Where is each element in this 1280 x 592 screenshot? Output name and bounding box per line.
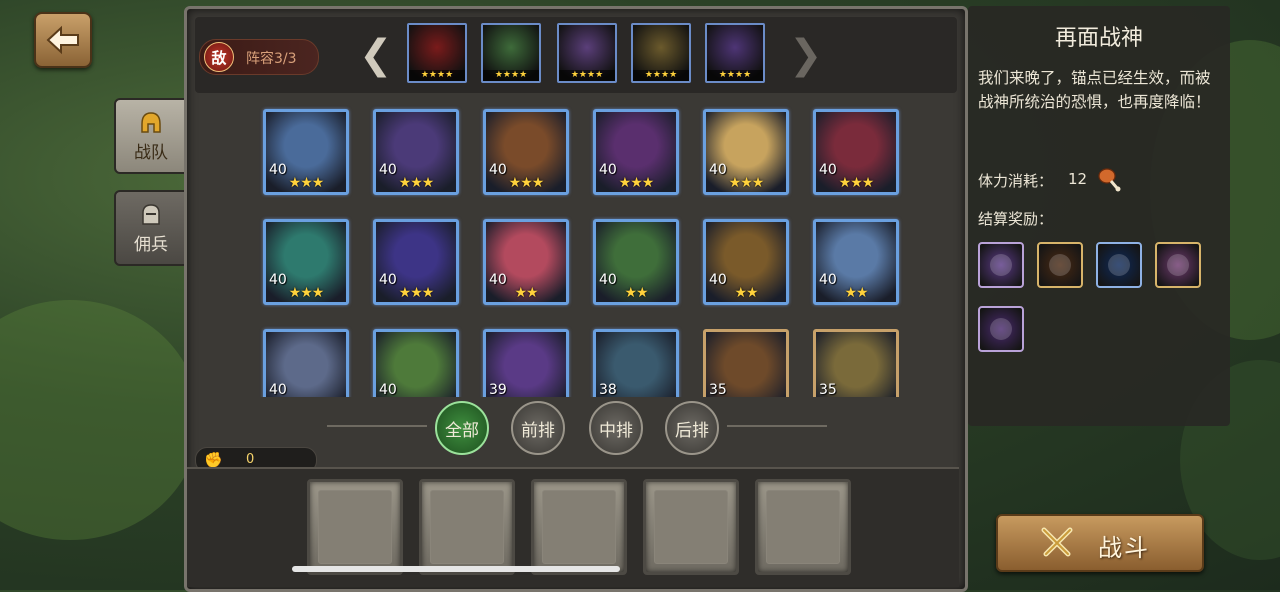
hero-shard-icon <box>990 254 1012 276</box>
back-button[interactable] <box>34 12 92 68</box>
star-rating: ★★★★ <box>633 70 689 81</box>
filter-middle-button[interactable]: 中排 <box>589 401 643 455</box>
filter-front-button[interactable]: 前排 <box>511 401 565 455</box>
star-rating: ★★★ <box>838 175 875 191</box>
divider <box>327 425 427 427</box>
filter-all-button[interactable]: 全部 <box>435 401 489 455</box>
enemy-hero-card[interactable]: ★★★★ <box>481 23 541 83</box>
hero-level: 40 <box>379 382 397 397</box>
reward-item[interactable] <box>978 242 1024 288</box>
star-rating: ★★★ <box>398 175 435 191</box>
star-rating: ★★★ <box>288 175 325 191</box>
star-rating: ★★★★ <box>483 70 539 81</box>
enemy-prev-button[interactable]: ❮ <box>359 35 393 75</box>
star-rating: ★★★ <box>288 285 325 301</box>
team-power-value: 0 <box>246 452 255 467</box>
stage-title: 再面战神 <box>1054 26 1143 51</box>
reward-item[interactable] <box>1096 242 1142 288</box>
hero-card[interactable]: 40 ★★★ <box>483 109 569 195</box>
enemy-hero-card[interactable]: ★★★★ <box>705 23 765 83</box>
star-rating: ★★★ <box>398 285 435 301</box>
enemy-lineup-count: 阵容3/3 <box>246 51 297 67</box>
home-indicator[interactable] <box>292 566 620 572</box>
enemy-lineup-badge: 敌 阵容3/3 <box>199 39 319 75</box>
enemy-next-button[interactable]: ❯ <box>789 35 823 75</box>
tab-team-label: 战队 <box>134 142 168 163</box>
meat-icon <box>1098 168 1121 192</box>
hero-card[interactable]: 40 ★★ <box>483 219 569 305</box>
hero-card[interactable]: 40 ★★★ <box>813 109 899 195</box>
hero-card[interactable]: 35 <box>813 329 899 397</box>
star-rating: ★★★ <box>508 175 545 191</box>
hero-card[interactable]: 40 ★★★ <box>373 219 459 305</box>
reward-item[interactable] <box>1037 242 1083 288</box>
lineup-slot[interactable] <box>755 479 851 575</box>
lineup-slot[interactable] <box>643 479 739 575</box>
filter-back-button[interactable]: 后排 <box>665 401 719 455</box>
reward-item[interactable] <box>1155 242 1201 288</box>
hero-card[interactable]: 39 <box>483 329 569 397</box>
hero-card[interactable]: 40 ★★★ <box>593 109 679 195</box>
star-rating: ★★ <box>514 285 538 301</box>
enemy-hero-card[interactable]: ★★★★ <box>557 23 617 83</box>
star-rating: ★★★ <box>618 175 655 191</box>
hero-card[interactable]: 40 <box>373 329 459 397</box>
divider <box>727 425 827 427</box>
purple-scroll-icon <box>990 318 1012 340</box>
hero-level: 35 <box>819 382 837 397</box>
hero-level: 40 <box>269 382 287 397</box>
enemy-hero-card[interactable]: ★★★★ <box>631 23 691 83</box>
reward-label: 结算奖励： <box>978 210 1054 228</box>
fight-button-label: 战斗 <box>1098 534 1150 562</box>
crossed-swords-icon <box>1041 527 1073 557</box>
hero-card[interactable]: 35 <box>703 329 789 397</box>
enemy-lineup-bar: 敌 阵容3/3 ❮ ★★★★ ★★★★ ★★★★ ★★★★ ★★★★ ❯ <box>195 17 957 93</box>
hero-card[interactable]: 40 ★★★ <box>263 219 349 305</box>
hero-card[interactable]: 40 ★★★ <box>703 109 789 195</box>
enemy-hero-card[interactable]: ★★★★ <box>407 23 467 83</box>
stamina-value: 12 <box>1068 170 1088 188</box>
hero-card[interactable]: 40 ★★★ <box>373 109 459 195</box>
lineup-slot[interactable] <box>419 479 515 575</box>
reward-item[interactable] <box>978 306 1024 352</box>
star-rating: ★★ <box>844 285 868 301</box>
hero-level: 39 <box>489 382 507 397</box>
star-rating: ★★★ <box>728 175 765 191</box>
hero-card[interactable]: 38 <box>593 329 679 397</box>
tab-team[interactable]: 战队 <box>114 98 188 174</box>
tab-mercenary[interactable]: 佣兵 <box>114 190 188 266</box>
team-panel: 敌 阵容3/3 ❮ ★★★★ ★★★★ ★★★★ ★★★★ ★★★★ ❯ 40 ★★★ 40… <box>184 6 968 592</box>
back-arrow-icon <box>46 25 79 55</box>
blue-orb-icon <box>1108 254 1130 276</box>
star-rating: ★★★★ <box>707 70 763 81</box>
star-rating: ★★★★ <box>559 70 615 81</box>
star-rating: ★★★★ <box>409 70 465 81</box>
hero-card[interactable]: 40 ★★ <box>593 219 679 305</box>
enemy-icon: 敌 <box>204 42 234 72</box>
helmet-icon <box>141 111 161 133</box>
hero-card[interactable]: 40 ★★ <box>703 219 789 305</box>
hero-card[interactable]: 40 ★★ <box>813 219 899 305</box>
star-rating: ★★ <box>734 285 758 301</box>
stamina-label: 体力消耗： <box>978 172 1054 190</box>
lineup-slot[interactable] <box>531 479 627 575</box>
stage-description: 我们来晚了，锚点已经生效，而被战神所统治的恐惧，也再度降临！ <box>978 69 1211 111</box>
knight-helmet-icon <box>142 203 160 225</box>
hero-level: 35 <box>709 382 727 397</box>
background-foliage <box>0 300 200 540</box>
fight-button[interactable]: 战斗 <box>996 514 1204 572</box>
hero-card[interactable]: 40 <box>263 329 349 397</box>
gold-scroll-icon <box>1167 254 1189 276</box>
star-rating: ★★ <box>624 285 648 301</box>
tab-mercenary-label: 佣兵 <box>134 234 168 255</box>
hero-card[interactable]: 40 ★★★ <box>263 109 349 195</box>
green-staff-icon <box>1049 254 1071 276</box>
hero-grid: 40 ★★★ 40 ★★★ 40 ★★★ 40 ★★★ 40 ★★★ 40 ★★★ 40 ★★★ 40 ★★★… <box>195 101 957 397</box>
stage-info-panel: 再面战神 我们来晚了，锚点已经生效，而被战神所统治的恐惧，也再度降临！ 体力消耗… <box>968 6 1230 426</box>
lineup-slot[interactable] <box>307 479 403 575</box>
hero-level: 38 <box>599 382 617 397</box>
